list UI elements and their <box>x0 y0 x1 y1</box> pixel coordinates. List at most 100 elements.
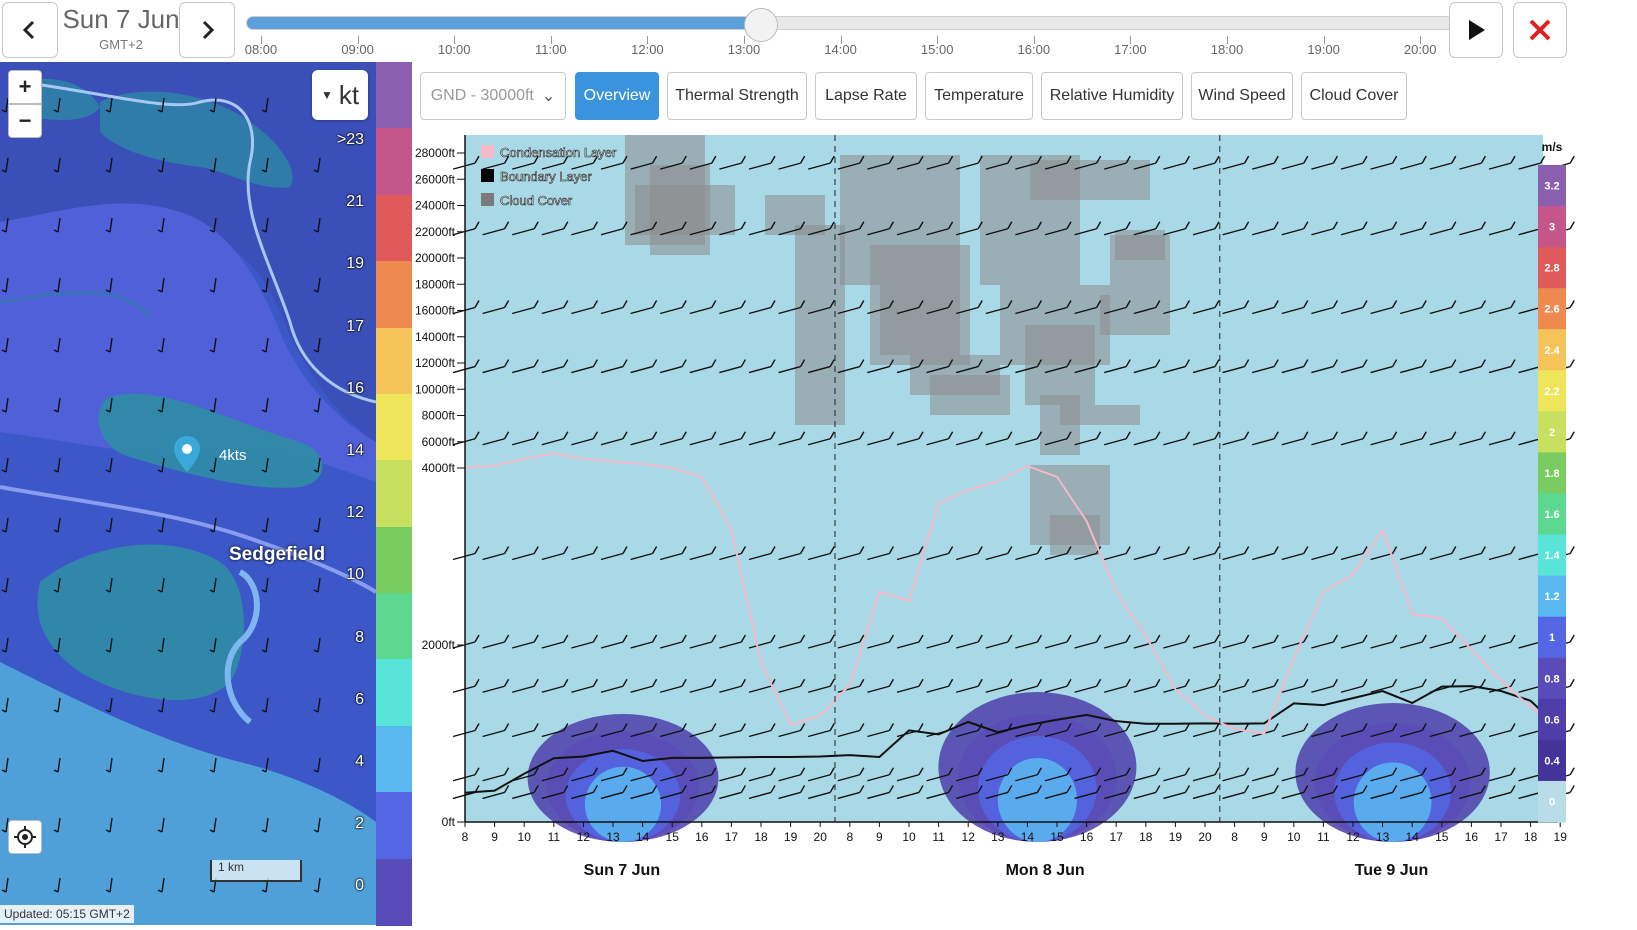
prev-day-button[interactable] <box>2 2 58 58</box>
y-tick-label: 10000ft <box>415 382 456 396</box>
map-wind-barb <box>157 457 165 473</box>
x-tick-label: 9 <box>1261 830 1268 844</box>
timezone-label: GMT+2 <box>99 37 143 52</box>
map-wind-barb <box>157 337 165 353</box>
play-icon <box>1469 20 1485 40</box>
wind-legend-label: 6 <box>355 690 364 708</box>
scale-label: 0.4 <box>1544 755 1560 767</box>
close-button[interactable] <box>1513 2 1567 58</box>
wind-legend-swatch <box>376 526 412 595</box>
map-wind-barb <box>1 397 9 413</box>
wind-legend-swatch <box>376 659 412 727</box>
play-button[interactable] <box>1449 2 1503 58</box>
chart-svg: 28000ft26000ft24000ft22000ft20000ft18000… <box>415 135 1575 879</box>
tab-overview[interactable]: Overview <box>575 72 659 120</box>
timeline-slider[interactable] <box>246 8 1500 42</box>
x-tick-label: 15 <box>666 830 680 844</box>
timeline-tick-label: 11:00 <box>535 42 567 57</box>
zoom-in-button[interactable]: + <box>8 70 42 104</box>
map-wind-barb <box>313 637 321 653</box>
date-display: Sun 7 Jun GMT+2 <box>60 4 182 52</box>
tab-thermal-strength[interactable]: Thermal Strength <box>667 72 807 120</box>
wind-barbs <box>1 97 321 893</box>
map-wind-barb <box>313 457 321 473</box>
wind-legend-label: 14 <box>346 442 364 459</box>
y-tick-label: 22000ft <box>415 225 456 239</box>
map-wind-barb <box>1 697 9 713</box>
map-wind-barb <box>1 757 9 773</box>
altitude-label: GND - 30000ft <box>430 87 534 104</box>
x-tick-label: 8 <box>1231 830 1238 844</box>
wind-legend-swatch <box>376 62 412 130</box>
map-wind-barb <box>209 577 217 593</box>
map-wind-barb <box>261 757 269 773</box>
map-wind-barb <box>209 697 217 713</box>
overview-chart[interactable]: 28000ft 26000ft 24000ft 22000ft 20000ft 18000… <box>410 125 1637 925</box>
map-wind-barb <box>313 517 321 533</box>
altitude-select[interactable]: GND - 30000ft ⌄ <box>420 72 566 120</box>
x-tick-label: 14 <box>1021 830 1035 844</box>
x-tick-label: 12 <box>962 830 976 844</box>
x-tick-label: 17 <box>1110 830 1124 844</box>
map-wind-barb <box>53 697 61 713</box>
x-tick-label: 16 <box>1080 830 1094 844</box>
x-tick-label: 11 <box>1317 830 1330 844</box>
map-wind-barb <box>105 877 113 893</box>
next-day-button[interactable] <box>179 2 235 58</box>
tab-cloud-cover[interactable]: Cloud Cover <box>1301 72 1407 120</box>
timeline-thumb[interactable] <box>744 8 779 42</box>
scale-label: 3 <box>1549 222 1555 234</box>
wind-legend-swatch <box>376 725 412 794</box>
marker-label: 4kts <box>219 447 247 464</box>
map-wind-barb <box>313 817 321 833</box>
zoom-out-button[interactable]: − <box>8 104 42 138</box>
map-wind-barb <box>53 517 61 533</box>
scale-label: 2.6 <box>1544 304 1559 316</box>
map-wind-barb <box>53 277 61 293</box>
map-wind-barb <box>209 817 217 833</box>
scale-unit-label: m/s <box>1542 140 1563 154</box>
x-tick-label: 19 <box>1554 830 1568 844</box>
map-wind-barb <box>209 277 217 293</box>
map-wind-barb <box>53 397 61 413</box>
map-wind-barb <box>313 577 321 593</box>
y-tick-label: 12000ft <box>415 356 456 370</box>
y-tick-label: 28000ft <box>415 146 456 160</box>
unit-label: kt <box>338 79 360 110</box>
map-wind-barb <box>261 577 269 593</box>
map-wind-barb <box>105 97 113 113</box>
tab-wind-speed[interactable]: Wind Speed <box>1191 72 1293 120</box>
scale-label: 2.4 <box>1544 345 1560 357</box>
map-wind-barb <box>261 397 269 413</box>
tab-relative-humidity[interactable]: Relative Humidity <box>1041 72 1183 120</box>
x-tick-label: 16 <box>1465 830 1479 844</box>
x-tick-label: 17 <box>725 830 739 844</box>
map-wind-barb <box>209 157 217 173</box>
tab-temperature[interactable]: Temperature <box>925 72 1033 120</box>
x-tick-label: 14 <box>1406 830 1420 844</box>
map-wind-barb <box>261 157 269 173</box>
y-tick-label: 2000ft <box>422 638 456 652</box>
x-tick-label: 18 <box>1139 830 1153 844</box>
wind-legend-label: 10 <box>346 566 364 584</box>
map-wind-barb <box>1 217 9 233</box>
map-wind-barb <box>157 157 165 173</box>
tab-lapse-rate[interactable]: Lapse Rate <box>815 72 917 120</box>
cloud-cover-block <box>880 285 960 355</box>
map-wind-barb <box>105 217 113 233</box>
y-tick-label: 8000ft <box>422 409 456 423</box>
map-wind-barb <box>209 397 217 413</box>
cloud-cover-block <box>1030 160 1150 200</box>
wind-map[interactable]: + − 4kts Sedgefield <box>0 62 376 925</box>
y-tick-label: 18000ft <box>415 277 456 291</box>
cloud-cover-block <box>1115 230 1165 260</box>
wind-legend-swatch <box>376 393 412 462</box>
unit-select[interactable]: ▼ kt <box>312 70 368 120</box>
locate-button[interactable] <box>8 820 42 854</box>
chart-legend-swatch <box>481 169 494 182</box>
wind-legend-swatch <box>376 327 412 395</box>
location-marker-icon[interactable] <box>172 434 202 474</box>
map-wind-barb <box>53 337 61 353</box>
map-wind-barb <box>261 217 269 233</box>
map-wind-barb <box>53 457 61 473</box>
